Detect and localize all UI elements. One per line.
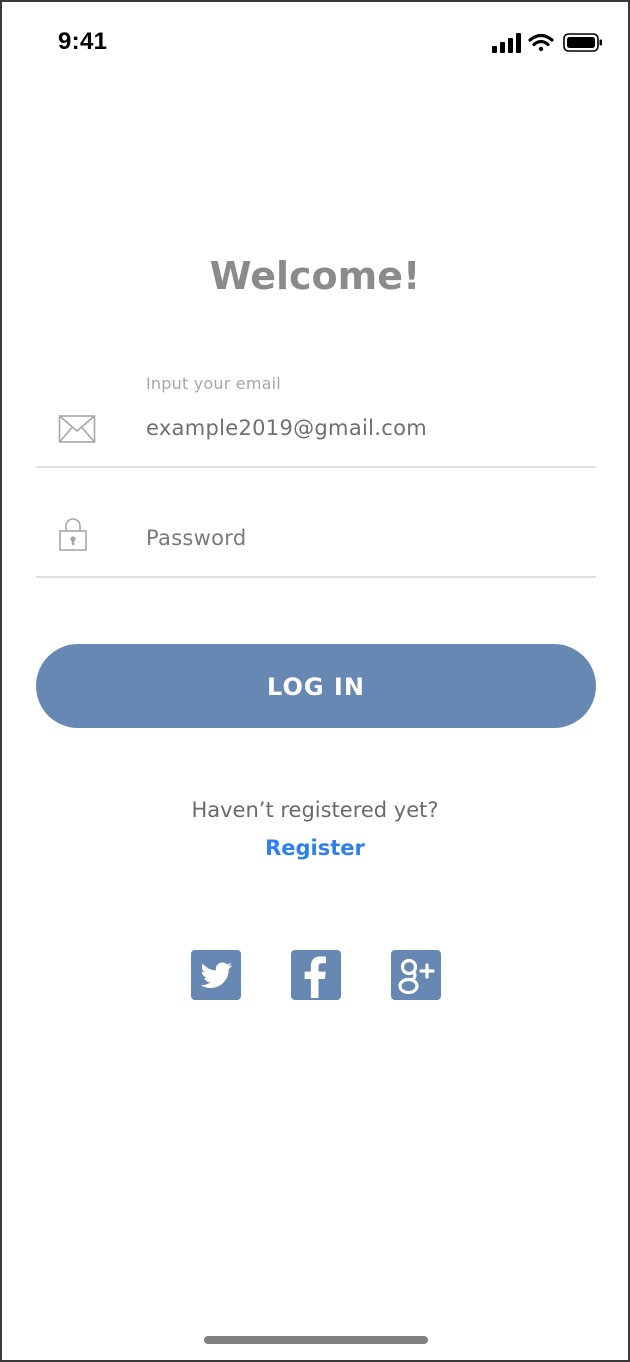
lock-icon [58,516,88,556]
facebook-login-button[interactable] [291,950,341,1000]
facebook-icon [304,956,326,998]
cellular-signal-icon [492,33,521,53]
email-input[interactable] [142,410,590,446]
wifi-icon [528,33,554,52]
google-plus-icon [398,958,435,995]
status-time: 9:41 [58,28,108,55]
phone-screen: 9:41 Welcome! Input your email example20… [0,0,630,1362]
status-icons [492,32,604,54]
twitter-icon [200,962,232,988]
twitter-login-button[interactable] [191,950,241,1000]
password-field [36,502,596,578]
envelope-icon [58,414,96,448]
google-plus-login-button[interactable] [391,950,441,1000]
register-prompt: Haven’t registered yet? [191,798,439,822]
password-input[interactable] [142,520,590,556]
email-field: Input your email [36,370,596,468]
battery-icon [563,33,602,52]
social-login-row [2,950,628,1002]
home-indicator[interactable] [204,1336,428,1344]
status-bar: 9:41 [2,2,628,82]
register-link[interactable]: Register [2,836,628,860]
email-field-label: Input your email [146,374,281,393]
welcome-title: Welcome! [209,254,421,298]
login-button[interactable]: LOG IN [36,644,596,728]
